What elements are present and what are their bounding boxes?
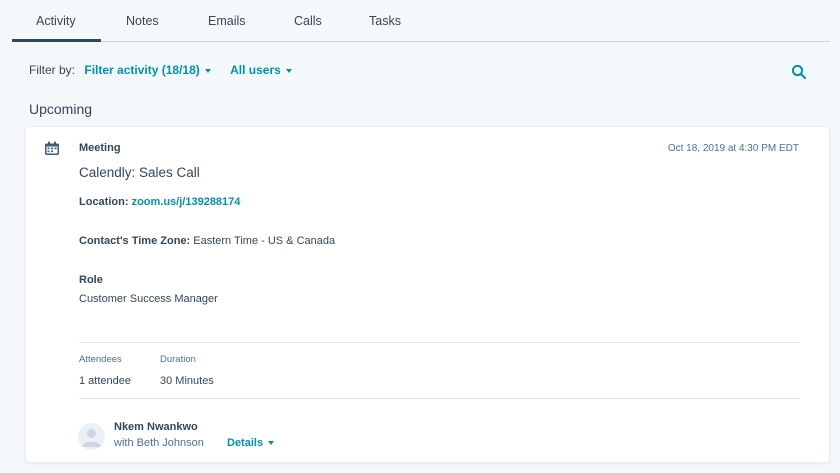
activity-timestamp: Oct 18, 2019 at 4:30 PM EDT <box>667 143 799 154</box>
location-field: Location: zoom.us/j/139288174 <box>79 196 240 208</box>
meeting-card: Meeting Oct 18, 2019 at 4:30 PM EDT Cale… <box>25 126 830 463</box>
active-tab-indicator <box>12 39 101 42</box>
search-icon[interactable] <box>791 64 807 80</box>
tab-tasks[interactable]: Tasks <box>369 14 401 28</box>
tab-notes[interactable]: Notes <box>126 14 159 28</box>
duration-value: 30 Minutes <box>160 375 214 387</box>
timezone-field: Contact's Time Zone: Eastern Time - US &… <box>79 235 335 247</box>
filter-activity-dropdown[interactable]: Filter activity (18/18) <box>84 63 211 77</box>
users-filter-label: All users <box>230 63 281 77</box>
role-value: Customer Success Manager <box>79 293 218 305</box>
tab-emails[interactable]: Emails <box>208 14 246 28</box>
activity-owner-name: Nkem Nwankwo <box>114 421 198 433</box>
filter-bar: Filter by: Filter activity (18/18) All u… <box>29 63 292 77</box>
filter-activity-label: Filter activity (18/18) <box>84 63 200 77</box>
divider <box>79 398 800 399</box>
location-link[interactable]: zoom.us/j/139288174 <box>132 196 241 208</box>
user-avatar-icon <box>82 429 101 447</box>
attendees-label: Attendees <box>79 354 122 365</box>
timezone-label: Contact's Time Zone: <box>79 235 191 247</box>
divider <box>79 342 800 343</box>
tab-activity[interactable]: Activity <box>36 14 76 28</box>
activity-attendee: with Beth Johnson <box>114 437 204 449</box>
users-filter-dropdown[interactable]: All users <box>230 63 292 77</box>
duration-label: Duration <box>160 354 196 365</box>
meeting-title[interactable]: Calendly: Sales Call <box>79 165 200 180</box>
role-label: Role <box>79 274 103 286</box>
section-title-upcoming: Upcoming <box>29 101 93 117</box>
location-label: Location: <box>79 196 129 208</box>
activity-type: Meeting <box>79 142 121 154</box>
chevron-down-icon <box>204 68 211 73</box>
filter-label: Filter by: <box>29 63 76 77</box>
tab-calls[interactable]: Calls <box>294 14 322 28</box>
chevron-down-icon <box>268 441 275 446</box>
activity-tabs: Activity Notes Emails Calls Tasks <box>12 0 830 42</box>
avatar <box>78 423 105 450</box>
timezone-value: Eastern Time - US & Canada <box>193 235 336 247</box>
details-dropdown[interactable]: Details <box>227 437 275 449</box>
details-label: Details <box>227 437 264 449</box>
chevron-down-icon <box>285 68 292 73</box>
calendar-icon <box>45 141 59 155</box>
attendees-value[interactable]: 1 attendee <box>79 375 131 387</box>
